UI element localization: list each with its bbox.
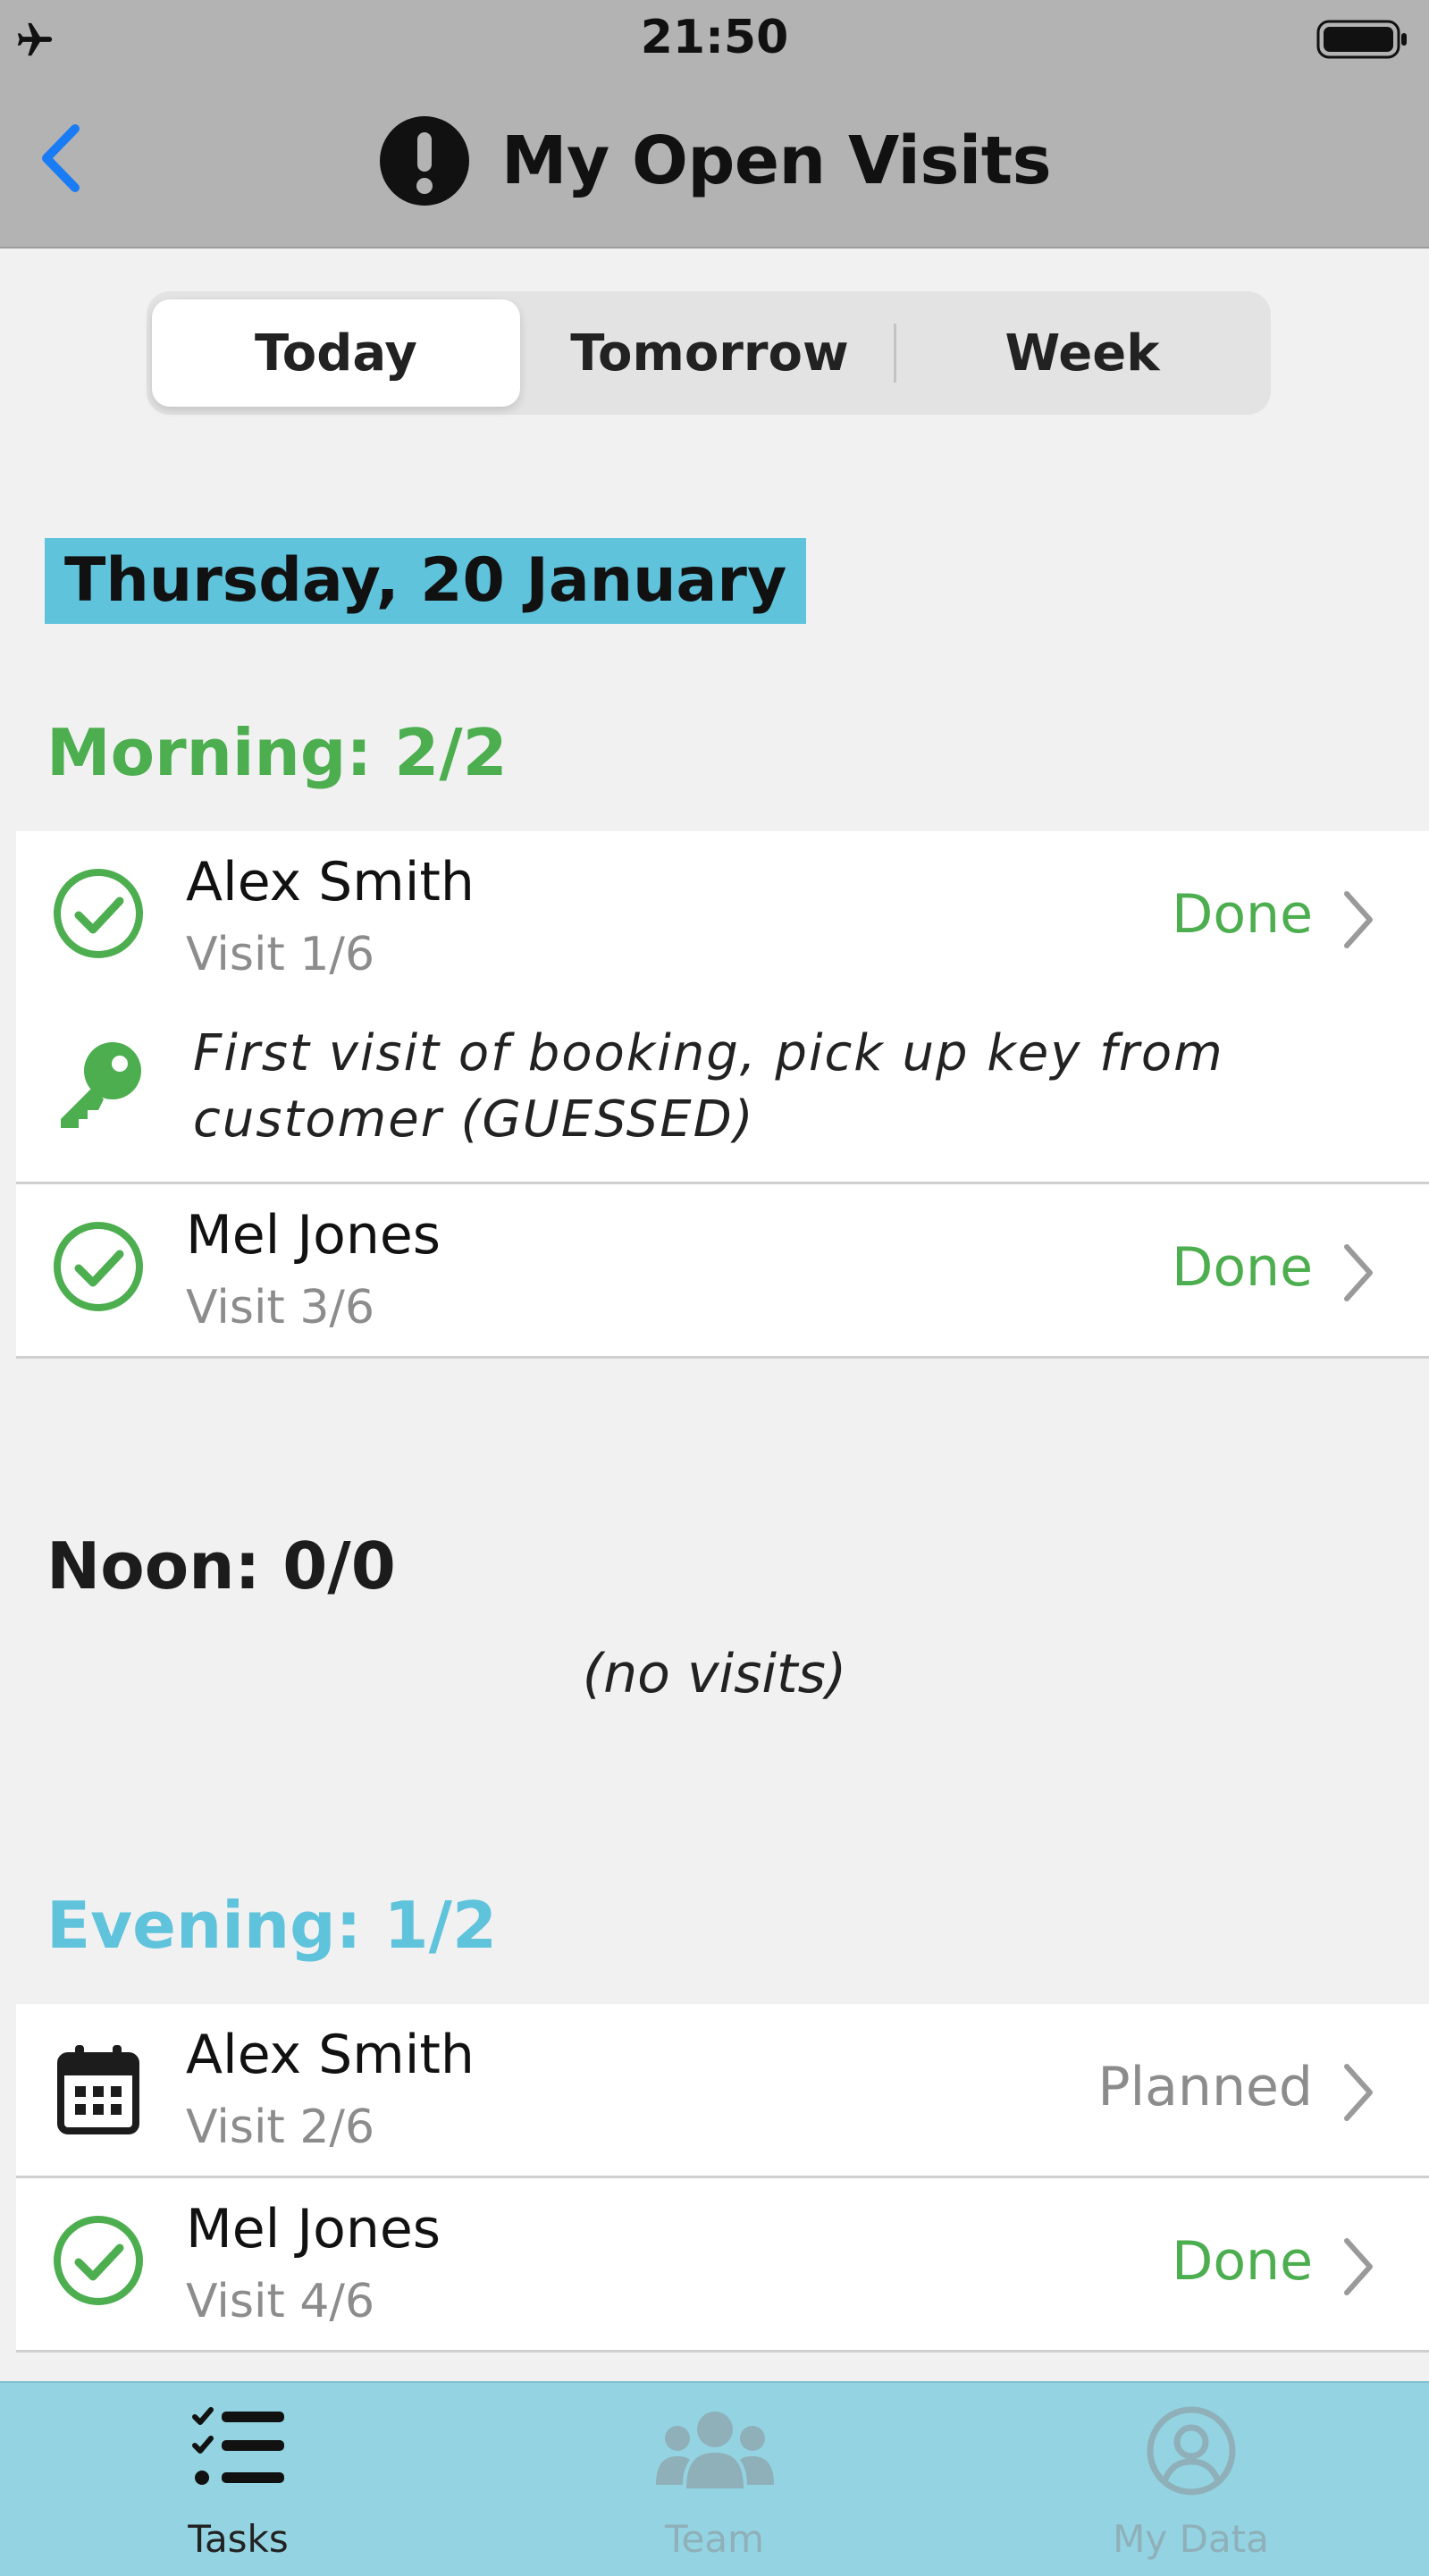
visit-customer-name: Alex Smith	[186, 2024, 475, 2086]
section-title-evening: Evening: 1/2	[46, 1888, 498, 1963]
visit-number: Visit 4/6	[186, 2275, 375, 2328]
visit-status: Planned	[1097, 2056, 1313, 2118]
chevron-right-icon	[1344, 2064, 1373, 2121]
visit-row[interactable]: Alex Smith Visit 2/6 Planned	[16, 2004, 1429, 2176]
check-circle-icon	[54, 869, 143, 958]
team-icon	[655, 2412, 774, 2488]
user-circle-icon	[1147, 2406, 1235, 2496]
battery-icon	[1316, 20, 1407, 59]
tab-team[interactable]: Team	[476, 2383, 953, 2576]
no-visits-text: (no visits)	[582, 1643, 847, 1705]
status-time: 21:50	[640, 11, 789, 64]
chevron-right-icon	[1344, 2238, 1373, 2295]
chevron-right-icon	[1344, 891, 1373, 948]
visit-note-text: First visit of booking, pick up key from…	[193, 1024, 1224, 1149]
visit-card[interactable]: Mel Jones Visit 4/6 Done	[16, 2176, 1429, 2353]
visit-card[interactable]: Alex Smith Visit 1/6 Done First visit of…	[16, 831, 1429, 1202]
header-title-group: My Open Visits	[0, 116, 1429, 206]
check-circle-icon	[54, 2216, 143, 2305]
page-title: My Open Visits	[500, 122, 1052, 199]
tab-my-data[interactable]: My Data	[953, 2383, 1429, 2576]
date-range-segmented-control: Today Tomorrow Week	[147, 291, 1271, 415]
visit-status: Done	[1172, 883, 1313, 946]
tab-label: Team	[664, 2517, 764, 2561]
visit-number: Visit 1/6	[186, 928, 375, 981]
visit-note: First visit of booking, pick up key from…	[16, 1003, 1429, 1200]
visit-number: Visit 2/6	[186, 2100, 375, 2154]
key-icon	[61, 1042, 141, 1128]
visit-card[interactable]: Alex Smith Visit 2/6 Planned	[16, 2004, 1429, 2178]
status-bar: 21:50	[0, 0, 1429, 80]
visit-row[interactable]: Mel Jones Visit 4/6 Done	[16, 2178, 1429, 2350]
tab-label: My Data	[1113, 2517, 1269, 2561]
visit-customer-name: Mel Jones	[186, 2198, 441, 2260]
chevron-right-icon	[1344, 1244, 1373, 1301]
check-circle-icon	[54, 1222, 143, 1311]
date-heading: Thursday, 20 January	[45, 538, 807, 624]
calendar-icon	[57, 2045, 139, 2134]
section-title-noon: Noon: 0/0	[46, 1528, 396, 1604]
segment-week[interactable]: Week	[902, 299, 1263, 407]
visit-status: Done	[1172, 2230, 1313, 2293]
tab-label: Tasks	[188, 2517, 289, 2561]
visit-row[interactable]: Alex Smith Visit 1/6 Done	[16, 831, 1429, 1003]
segment-divider	[894, 324, 896, 383]
exclamation-circle-icon	[379, 116, 469, 206]
section-title-morning: Morning: 2/2	[46, 715, 508, 790]
segment-today[interactable]: Today	[152, 299, 520, 407]
navigation-bar: My Open Visits	[0, 80, 1429, 248]
visit-row[interactable]: Mel Jones Visit 3/6 Done	[16, 1184, 1429, 1356]
visit-status: Done	[1172, 1236, 1313, 1299]
segment-tomorrow[interactable]: Tomorrow	[525, 299, 894, 407]
tasks-list-icon	[191, 2407, 284, 2485]
visit-card[interactable]: Mel Jones Visit 3/6 Done	[16, 1182, 1429, 1359]
tab-bar: Tasks Team My Data	[0, 2381, 1429, 2576]
tab-tasks[interactable]: Tasks	[0, 2383, 476, 2576]
visit-number: Visit 3/6	[186, 1281, 375, 1334]
visit-customer-name: Alex Smith	[186, 851, 475, 913]
visit-customer-name: Mel Jones	[186, 1204, 441, 1267]
